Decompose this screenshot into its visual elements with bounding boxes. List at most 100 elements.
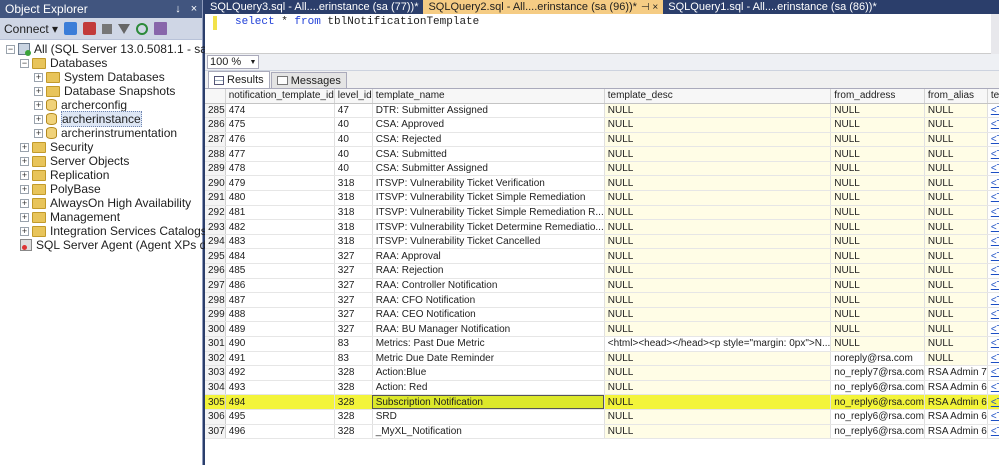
table-cell[interactable]: Subscription Notification (372, 394, 605, 410)
table-row[interactable]: 28647540CSA: ApprovedNULLNULLNULL<Te (205, 117, 999, 133)
table-cell[interactable]: 495 (225, 409, 335, 425)
expand-icon[interactable]: + (20, 142, 29, 152)
row-number[interactable]: 307 (205, 424, 226, 440)
table-cell[interactable]: <Te (987, 219, 999, 235)
row-number[interactable]: 291 (205, 190, 226, 206)
table-cell[interactable]: RSA Admin 7 (924, 365, 988, 381)
table-cell[interactable]: 485 (225, 263, 335, 279)
tree-node[interactable]: − All (SQL Server 13.0.5081.1 - sa) (0, 42, 211, 56)
table-cell[interactable]: <Te (987, 263, 999, 279)
expand-icon[interactable]: + (20, 184, 29, 194)
table-cell[interactable]: NULL (604, 219, 832, 235)
table-cell[interactable]: NULL (924, 219, 988, 235)
table-cell[interactable]: RSA Admin 6 (924, 380, 988, 396)
column-header[interactable]: template_desc (604, 89, 832, 104)
table-cell[interactable]: NULL (830, 175, 925, 192)
row-number[interactable]: 301 (205, 336, 226, 352)
table-cell[interactable]: <Te (987, 146, 999, 162)
results-grid[interactable]: notification_template_id level_id template… (205, 89, 999, 465)
editor-scrollbar[interactable] (991, 14, 999, 54)
table-cell[interactable]: 477 (225, 146, 335, 162)
table-cell[interactable]: 476 (225, 132, 335, 148)
row-number[interactable]: 285 (205, 103, 226, 119)
table-row[interactable]: 298 487 327 RAA: CFO Notification NULL NULL NU… (205, 292, 999, 308)
expand-icon[interactable]: + (34, 100, 43, 110)
table-cell[interactable]: CSA: Rejected (372, 132, 605, 148)
table-cell[interactable]: CSA: Submitted (372, 146, 605, 162)
table-cell[interactable]: 328 (334, 380, 373, 396)
table-cell[interactable]: NULL (604, 234, 832, 250)
table-cell[interactable]: RAA: Rejection (372, 263, 605, 279)
table-cell[interactable]: 328 (334, 365, 373, 381)
table-cell[interactable]: <html><head></head><p style="margin: 0px… (604, 336, 832, 352)
close-icon[interactable]: × (186, 3, 202, 15)
table-cell[interactable]: ITSVP: Vulnerability Ticket Verification (372, 175, 605, 192)
expand-icon[interactable]: + (20, 156, 29, 166)
table-cell[interactable]: 489 (225, 321, 335, 337)
table-cell[interactable]: 475 (225, 117, 335, 133)
table-cell[interactable]: NULL (604, 365, 832, 381)
table-cell[interactable]: 318 (334, 219, 373, 235)
tree-node[interactable]: + Server Objects (0, 154, 202, 168)
table-cell[interactable]: 40 (334, 117, 373, 133)
table-cell[interactable]: NULL (924, 321, 988, 337)
tree-node[interactable]: + Replication (0, 168, 202, 182)
table-row[interactable]: 304 493 328 Action: Red NULL no_reply6@rsa.co… (205, 380, 999, 396)
table-cell[interactable]: 327 (334, 263, 373, 279)
table-cell[interactable]: NULL (924, 190, 988, 206)
table-cell[interactable]: NULL (830, 292, 925, 308)
tree-node[interactable]: + System Databases (0, 70, 202, 84)
table-cell[interactable]: 479 (225, 175, 335, 192)
table-cell[interactable]: no_reply6@rsa.com (830, 424, 925, 440)
table-cell[interactable]: 474 (225, 103, 335, 119)
table-cell[interactable]: 328 (334, 409, 373, 425)
column-header[interactable]: template_name (372, 89, 605, 104)
table-cell[interactable]: noreply@rsa.com (830, 351, 925, 367)
query-editor[interactable]: select * from tblNotificationTemplate (205, 14, 999, 54)
table-cell[interactable]: RAA: BU Manager Notification (372, 321, 605, 337)
table-cell[interactable]: NULL (604, 161, 832, 177)
table-cell[interactable]: <Te (987, 336, 999, 352)
tab-results[interactable]: Results (208, 71, 270, 88)
tree-node[interactable]: + Database Snapshots (0, 84, 202, 98)
refresh-icon[interactable] (136, 22, 149, 35)
table-cell[interactable]: 486 (225, 278, 335, 294)
table-cell[interactable]: NULL (830, 263, 925, 279)
row-number[interactable]: 293 (205, 219, 226, 235)
table-cell[interactable]: <Te (987, 409, 999, 425)
table-cell[interactable]: <Te (987, 117, 999, 133)
table-cell[interactable]: 490 (225, 336, 335, 352)
row-number[interactable]: 298 (205, 292, 226, 308)
table-cell[interactable]: no_reply7@rsa.com (830, 365, 925, 381)
table-cell[interactable]: RAA: Approval (372, 248, 605, 265)
expand-icon[interactable]: + (20, 226, 29, 236)
table-cell[interactable]: NULL (604, 409, 832, 425)
table-cell[interactable]: NULL (604, 351, 832, 367)
table-cell[interactable]: <Te (987, 351, 999, 367)
table-row[interactable]: 289 478 40 CSA: Submitter Assigned NULL NULL N… (205, 161, 999, 177)
table-cell[interactable]: CSA: Approved (372, 117, 605, 133)
table-cell[interactable]: NULL (830, 307, 925, 323)
table-cell[interactable]: <Te (987, 190, 999, 206)
column-header[interactable]: level_id (334, 89, 373, 104)
table-cell[interactable]: 318 (334, 175, 373, 192)
table-cell[interactable]: 480 (225, 190, 335, 206)
table-cell[interactable]: NULL (830, 278, 925, 294)
table-cell[interactable]: <Te (987, 132, 999, 148)
table-cell[interactable]: NULL (604, 132, 832, 148)
table-cell[interactable]: NULL (924, 263, 988, 279)
zoom-select[interactable]: 100 % ▼ (207, 55, 259, 69)
table-cell[interactable]: ITSVP: Vulnerability Ticket Determine Re… (372, 219, 605, 235)
table-cell[interactable]: NULL (830, 219, 925, 235)
table-cell[interactable]: 328 (334, 424, 373, 440)
expand-icon[interactable]: − (6, 44, 15, 54)
table-cell[interactable]: NULL (924, 248, 988, 265)
row-number[interactable]: 288 (205, 146, 226, 162)
document-tab[interactable]: SQLQuery1.sql - All....erinstance (sa (8… (663, 0, 881, 14)
row-number[interactable]: 292 (205, 205, 226, 221)
table-cell[interactable]: NULL (604, 380, 832, 396)
table-cell[interactable]: NULL (604, 248, 832, 265)
table-cell[interactable]: NULL (924, 278, 988, 294)
table-cell[interactable]: NULL (604, 307, 832, 323)
table-cell[interactable]: _MyXL_Notification (372, 424, 605, 440)
